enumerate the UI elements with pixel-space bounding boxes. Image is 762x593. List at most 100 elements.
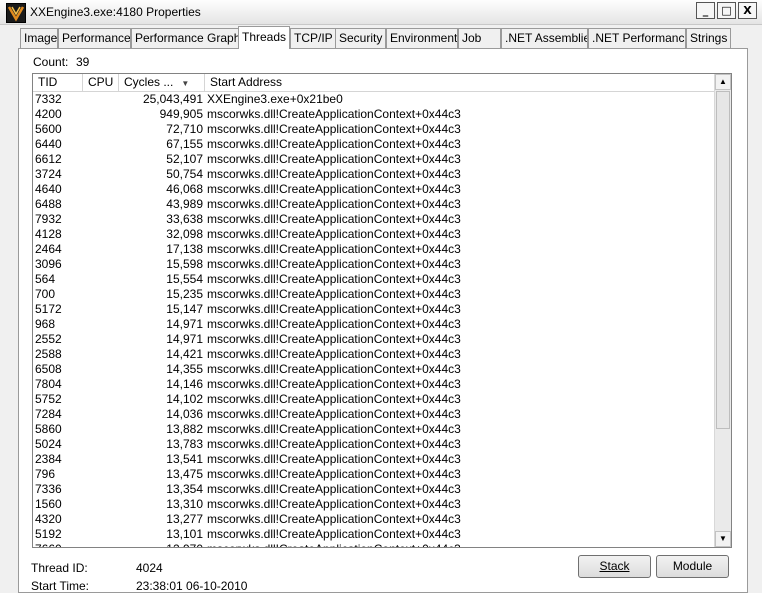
cycles-cell: 13,475 [166, 467, 203, 481]
count-label: Count: [33, 55, 69, 69]
cycles-cell: 13,277 [166, 512, 203, 526]
table-row[interactable]: 2588 14,421 mscorwks.dll!CreateApplication… [33, 347, 715, 362]
start-address-cell: mscorwks.dll!CreateApplicationContext+0x… [207, 467, 461, 481]
scroll-thumb[interactable] [716, 91, 730, 429]
tab-environment[interactable]: Environment [386, 28, 458, 48]
cycles-cell: 949,905 [159, 107, 203, 121]
table-row[interactable]: 7660 12,970 mscorwks.dll!CreateApplication… [33, 542, 715, 547]
cycles-cell: 13,354 [166, 482, 203, 496]
table-row[interactable]: 6612 52,107 mscorwks.dll!CreateApplication… [33, 152, 715, 167]
maximize-button[interactable]: □ [717, 2, 736, 19]
start-address-cell: mscorwks.dll!CreateApplicationContext+0x… [207, 242, 461, 256]
start-address-cell: mscorwks.dll!CreateApplicationContext+0x… [207, 317, 461, 331]
start-address-cell: mscorwks.dll!CreateApplicationContext+0x… [207, 257, 461, 271]
vertical-scrollbar[interactable]: ▲ ▼ [714, 74, 731, 547]
tid-cell: 7332 [35, 92, 62, 106]
column-header-cpu[interactable]: CPU [83, 74, 119, 91]
tid-cell: 1560 [35, 497, 62, 511]
cycles-cell: 15,554 [166, 272, 203, 286]
table-row[interactable]: 3096 15,598 mscorwks.dll!CreateApplication… [33, 257, 715, 272]
thread-id-label: Thread ID: [31, 561, 88, 575]
cycles-cell: 52,107 [166, 152, 203, 166]
cycles-cell: 15,598 [166, 257, 203, 271]
tid-cell: 7804 [35, 377, 62, 391]
scroll-down-arrow-icon[interactable]: ▼ [715, 531, 731, 547]
cycles-cell: 32,098 [166, 227, 203, 241]
stack-button[interactable]: Stack [578, 555, 651, 578]
tab-strings[interactable]: Strings [686, 28, 731, 48]
table-row[interactable]: 4200 949,905 mscorwks.dll!CreateApplicatio… [33, 107, 715, 122]
tid-cell: 5860 [35, 422, 62, 436]
start-address-cell: mscorwks.dll!CreateApplicationContext+0x… [207, 107, 461, 121]
table-row[interactable]: 6440 67,155 mscorwks.dll!CreateApplication… [33, 137, 715, 152]
start-address-cell: mscorwks.dll!CreateApplicationContext+0x… [207, 407, 461, 421]
tab-tcpip[interactable]: TCP/IP [290, 28, 336, 48]
tid-cell: 6612 [35, 152, 62, 166]
table-row[interactable]: 7284 14,036 mscorwks.dll!CreateApplication… [33, 407, 715, 422]
table-row[interactable]: 5600 72,710 mscorwks.dll!CreateApplication… [33, 122, 715, 137]
tid-cell: 5172 [35, 302, 62, 316]
table-row[interactable]: 7804 14,146 mscorwks.dll!CreateApplication… [33, 377, 715, 392]
tab-image[interactable]: Image [20, 28, 58, 48]
minimize-button[interactable]: _ [696, 2, 715, 19]
table-row[interactable]: 564 15,554 mscorwks.dll!CreateApplicationC… [33, 272, 715, 287]
column-header-cycles[interactable]: Cycles ... ▼ [119, 74, 205, 91]
module-button[interactable]: Module [656, 555, 729, 578]
start-address-cell: mscorwks.dll!CreateApplicationContext+0x… [207, 497, 461, 511]
table-row[interactable]: 6488 43,989 mscorwks.dll!CreateApplication… [33, 197, 715, 212]
start-address-cell: XXEngine3.exe+0x21be0 [207, 92, 343, 106]
table-row[interactable]: 4640 46,068 mscorwks.dll!CreateApplication… [33, 182, 715, 197]
start-address-cell: mscorwks.dll!CreateApplicationContext+0x… [207, 527, 461, 541]
table-row[interactable]: 968 14,971 mscorwks.dll!CreateApplicationC… [33, 317, 715, 332]
scroll-up-arrow-icon[interactable]: ▲ [715, 74, 731, 90]
thread-list[interactable]: TID CPU Cycles ... ▼ Start Address 7332 25… [32, 73, 732, 548]
start-time-value: 23:38:01 06-10-2010 [136, 579, 248, 593]
table-row[interactable]: 5172 15,147 mscorwks.dll!CreateApplication… [33, 302, 715, 317]
table-row[interactable]: 2384 13,541 mscorwks.dll!CreateApplication… [33, 452, 715, 467]
cycles-cell: 14,971 [166, 332, 203, 346]
tab-net-assemblies[interactable]: .NET Assemblies [501, 28, 588, 48]
cycles-cell: 25,043,491 [142, 92, 203, 106]
table-row[interactable]: 796 13,475 mscorwks.dll!CreateApplicationC… [33, 467, 715, 482]
start-address-cell: mscorwks.dll!CreateApplicationContext+0x… [207, 167, 461, 181]
start-address-cell: mscorwks.dll!CreateApplicationContext+0x… [207, 272, 461, 286]
table-row[interactable]: 5024 13,783 mscorwks.dll!CreateApplication… [33, 437, 715, 452]
table-row[interactable]: 7336 13,354 mscorwks.dll!CreateApplication… [33, 482, 715, 497]
cycles-cell: 67,155 [166, 137, 203, 151]
table-row[interactable]: 7332 25,043,491 XXEngine3.exe+0x21be0 [33, 92, 715, 107]
cycles-cell: 12,970 [166, 542, 203, 547]
table-row[interactable]: 6508 14,355 mscorwks.dll!CreateApplication… [33, 362, 715, 377]
tid-cell: 968 [35, 317, 56, 331]
column-header-tid[interactable]: TID [33, 74, 83, 91]
column-header-start-address[interactable]: Start Address [205, 74, 715, 91]
tid-cell: 7932 [35, 212, 62, 226]
table-row[interactable]: 4128 32,098 mscorwks.dll!CreateApplication… [33, 227, 715, 242]
tab-security[interactable]: Security [335, 28, 386, 48]
table-row[interactable]: 700 15,235 mscorwks.dll!CreateApplicationC… [33, 287, 715, 302]
table-row[interactable]: 2552 14,971 mscorwks.dll!CreateApplication… [33, 332, 715, 347]
table-row[interactable]: 3724 50,754 mscorwks.dll!CreateApplication… [33, 167, 715, 182]
table-row[interactable]: 5860 13,882 mscorwks.dll!CreateApplication… [33, 422, 715, 437]
table-row[interactable]: 1560 13,310 mscorwks.dll!CreateApplication… [33, 497, 715, 512]
tid-cell: 4320 [35, 512, 62, 526]
table-row[interactable]: 5192 13,101 mscorwks.dll!CreateApplication… [33, 527, 715, 542]
tab-job[interactable]: Job [458, 28, 501, 48]
tab-performance[interactable]: Performance [58, 28, 131, 48]
table-row[interactable]: 5752 14,102 mscorwks.dll!CreateApplication… [33, 392, 715, 407]
start-address-cell: mscorwks.dll!CreateApplicationContext+0x… [207, 347, 461, 361]
tid-cell: 4128 [35, 227, 62, 241]
tab-net-performance[interactable]: .NET Performance [588, 28, 686, 48]
close-button[interactable]: X [738, 2, 757, 19]
cycles-cell: 13,310 [166, 497, 203, 511]
tid-cell: 6508 [35, 362, 62, 376]
start-address-cell: mscorwks.dll!CreateApplicationContext+0x… [207, 422, 461, 436]
count-value: 39 [76, 55, 90, 69]
table-row[interactable]: 7932 33,638 mscorwks.dll!CreateApplication… [33, 212, 715, 227]
table-row[interactable]: 4320 13,277 mscorwks.dll!CreateApplication… [33, 512, 715, 527]
table-row[interactable]: 2464 17,138 mscorwks.dll!CreateApplication… [33, 242, 715, 257]
cycles-cell: 14,421 [166, 347, 203, 361]
start-address-cell: mscorwks.dll!CreateApplicationContext+0x… [207, 332, 461, 346]
tab-threads[interactable]: Threads [238, 26, 290, 49]
cycles-cell: 14,102 [166, 392, 203, 406]
tid-cell: 564 [35, 272, 56, 286]
